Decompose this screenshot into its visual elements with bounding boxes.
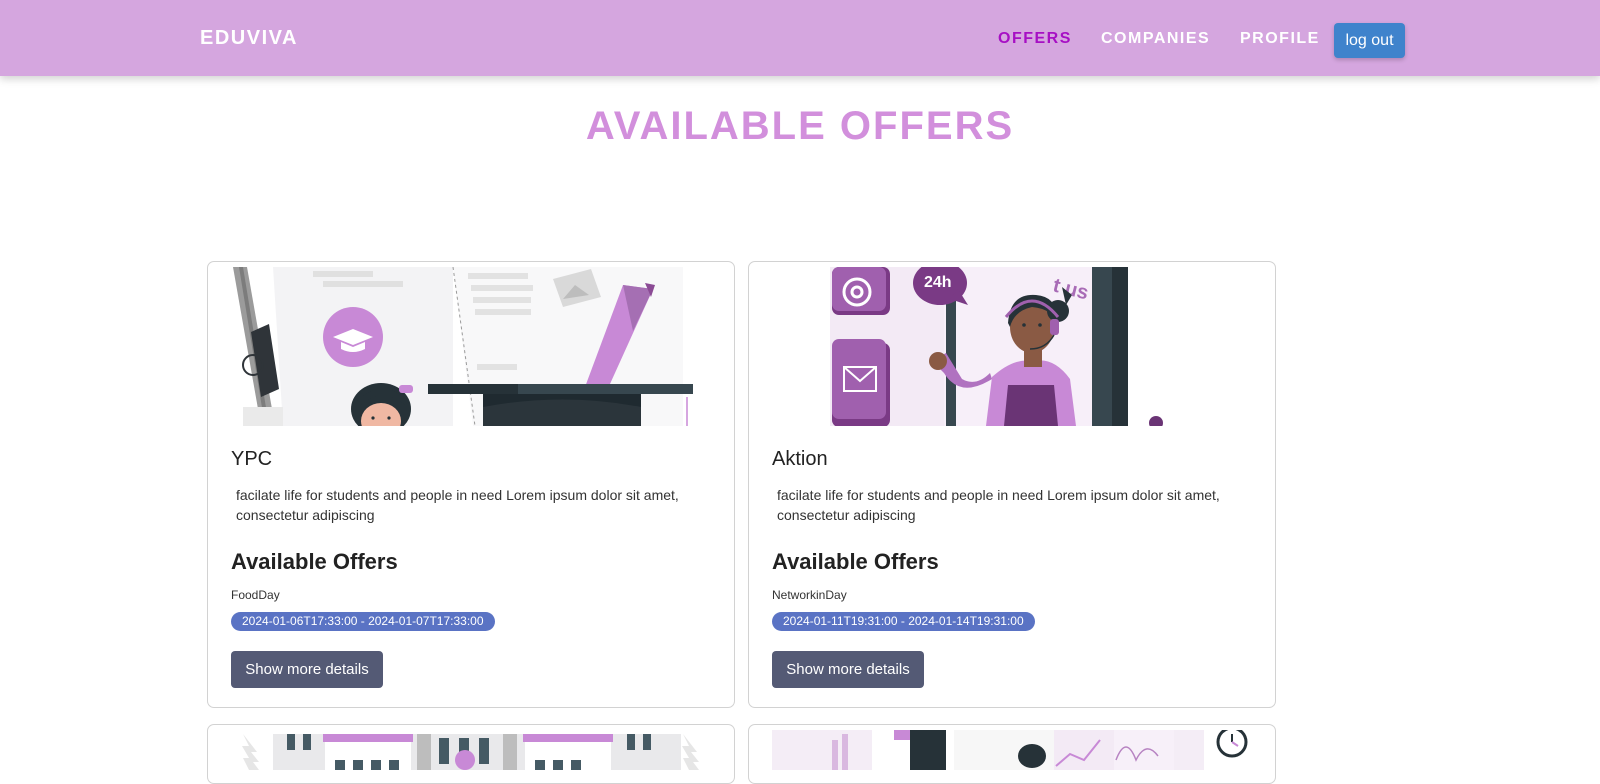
company-card-ypc: YPC facilate life for students and peopl… <box>207 261 735 708</box>
card-illustration-graduation <box>213 267 729 426</box>
show-more-details-button[interactable]: Show more details <box>231 651 383 688</box>
brand-logo[interactable]: EDUVIVA <box>200 27 298 50</box>
available-offers-heading: Available Offers <box>772 549 939 574</box>
show-more-details-button[interactable]: Show more details <box>772 651 924 688</box>
company-card-aktion: t us 24h Aktion facilate life for studen… <box>748 261 1276 708</box>
page-title: AVAILABLE OFFERS <box>585 104 1015 148</box>
svg-text:24h: 24h <box>924 274 952 291</box>
card-title: Aktion <box>772 448 828 470</box>
company-card-partial <box>207 724 735 784</box>
offer-date-badge: 2024-01-06T17:33:00 - 2024-01-07T17:33:0… <box>231 612 495 631</box>
nav-link-companies[interactable]: COMPANIES <box>1101 30 1210 48</box>
card-description: facilate life for students and people in… <box>777 487 1220 523</box>
card-illustration-buildings <box>213 730 729 770</box>
nav-link-profile[interactable]: PROFILE <box>1240 30 1320 48</box>
available-offers-heading: Available Offers <box>231 549 398 574</box>
nav-link-offers[interactable]: OFFERS <box>998 30 1072 48</box>
logout-button[interactable]: log out <box>1334 23 1405 58</box>
company-card-partial <box>748 724 1276 784</box>
offer-date-badge: 2024-01-11T19:31:00 - 2024-01-14T19:31:0… <box>772 612 1035 631</box>
card-description: facilate life for students and people in… <box>236 487 679 523</box>
card-title: YPC <box>231 448 273 470</box>
top-navbar: EDUVIVA OFFERS COMPANIES PROFILE log out <box>0 0 1600 76</box>
card-illustration-support-agent: t us 24h <box>754 267 1270 426</box>
offer-name: FoodDay <box>231 588 280 602</box>
card-illustration-analytics <box>754 730 1270 770</box>
offer-name: NetworkinDay <box>772 588 847 602</box>
